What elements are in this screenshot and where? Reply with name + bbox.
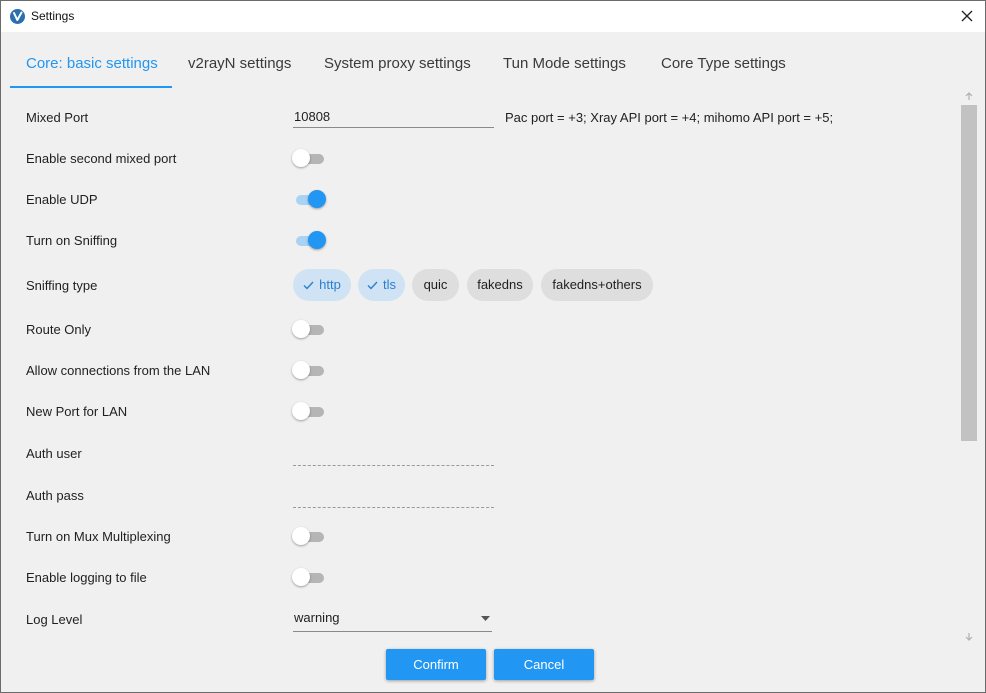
sniffing-toggle[interactable]	[292, 231, 328, 251]
log-level-value: warning	[294, 610, 340, 625]
toggle-thumb	[308, 231, 326, 249]
tab-core-type-settings[interactable]: Core Type settings	[661, 41, 786, 87]
cancel-button[interactable]: Cancel	[494, 649, 594, 680]
chip-label: fakedns	[477, 277, 523, 292]
toggle-thumb	[292, 320, 310, 338]
auth-pass-input[interactable]	[293, 485, 494, 508]
toggle-thumb	[292, 568, 310, 586]
mux-label: Turn on Mux Multiplexing	[26, 529, 171, 544]
logging-toggle[interactable]	[292, 568, 328, 588]
tab-v2rayn-settings[interactable]: v2rayN settings	[188, 41, 291, 87]
vertical-scrollbar[interactable]	[960, 89, 978, 645]
allow-lan-toggle[interactable]	[292, 361, 328, 381]
title-bar: Settings	[1, 1, 985, 32]
second-mixed-port-label: Enable second mixed port	[26, 151, 177, 166]
chip-tls[interactable]: tls	[358, 269, 405, 301]
close-icon	[961, 10, 973, 22]
sniffing-label: Turn on Sniffing	[26, 233, 118, 248]
chip-label: tls	[383, 277, 396, 292]
check-icon	[367, 281, 378, 290]
mixed-port-input[interactable]	[293, 105, 494, 128]
tab-core-basic-settings[interactable]: Core: basic settings	[26, 41, 158, 87]
dropdown-arrow-icon	[481, 616, 490, 621]
allow-lan-label: Allow connections from the LAN	[26, 363, 211, 378]
chip-fakedns[interactable]: fakedns	[467, 269, 533, 301]
tab-tun-mode-settings[interactable]: Tun Mode settings	[503, 41, 626, 87]
sniffing-type-label: Sniffing type	[26, 278, 98, 293]
scrollbar-thumb[interactable]	[961, 105, 977, 441]
settings-form: Mixed Port Pac port = +3; Xray API port …	[1, 91, 956, 641]
tab-bar: Core: basic settings v2rayN settings Sys…	[1, 41, 985, 89]
logging-label: Enable logging to file	[26, 570, 147, 585]
close-button[interactable]	[953, 3, 981, 29]
arrow-up-icon	[965, 91, 973, 100]
scroll-down-button[interactable]	[961, 629, 977, 643]
toggle-thumb	[308, 190, 326, 208]
auth-user-input[interactable]	[293, 443, 494, 466]
new-port-lan-label: New Port for LAN	[26, 404, 128, 419]
second-mixed-port-toggle[interactable]	[292, 149, 328, 169]
chip-label: quic	[423, 277, 448, 292]
chip-label: http	[319, 277, 341, 292]
route-only-toggle[interactable]	[292, 320, 328, 340]
window-title: Settings	[31, 9, 75, 23]
log-level-label: Log Level	[26, 612, 83, 627]
chip-quic[interactable]: quic	[412, 269, 459, 301]
tab-system-proxy-settings[interactable]: System proxy settings	[324, 41, 471, 87]
auth-user-label: Auth user	[26, 446, 82, 461]
chip-http[interactable]: http	[293, 269, 351, 301]
toggle-thumb	[292, 361, 310, 379]
chip-fakedns-others[interactable]: fakedns+others	[541, 269, 653, 301]
log-level-select[interactable]: warning	[293, 607, 492, 632]
port-offsets-hint: Pac port = +3; Xray API port = +4; mihom…	[505, 110, 834, 125]
new-port-lan-toggle[interactable]	[292, 402, 328, 422]
toggle-thumb	[292, 149, 310, 167]
active-tab-indicator	[10, 86, 172, 88]
confirm-button[interactable]: Confirm	[386, 649, 486, 680]
toggle-thumb	[292, 527, 310, 545]
v2rayn-logo-icon	[10, 9, 25, 24]
scroll-up-button[interactable]	[961, 89, 977, 103]
chip-label: fakedns+others	[552, 277, 642, 292]
check-icon	[303, 281, 314, 290]
route-only-label: Route Only	[26, 322, 92, 337]
mux-toggle[interactable]	[292, 527, 328, 547]
mixed-port-label: Mixed Port	[26, 110, 89, 125]
arrow-down-icon	[965, 632, 973, 641]
udp-label: Enable UDP	[26, 192, 98, 207]
auth-pass-label: Auth pass	[26, 488, 84, 503]
settings-window: Settings Core: basic settings v2rayN set…	[0, 0, 986, 693]
udp-toggle[interactable]	[292, 190, 328, 210]
toggle-thumb	[292, 402, 310, 420]
